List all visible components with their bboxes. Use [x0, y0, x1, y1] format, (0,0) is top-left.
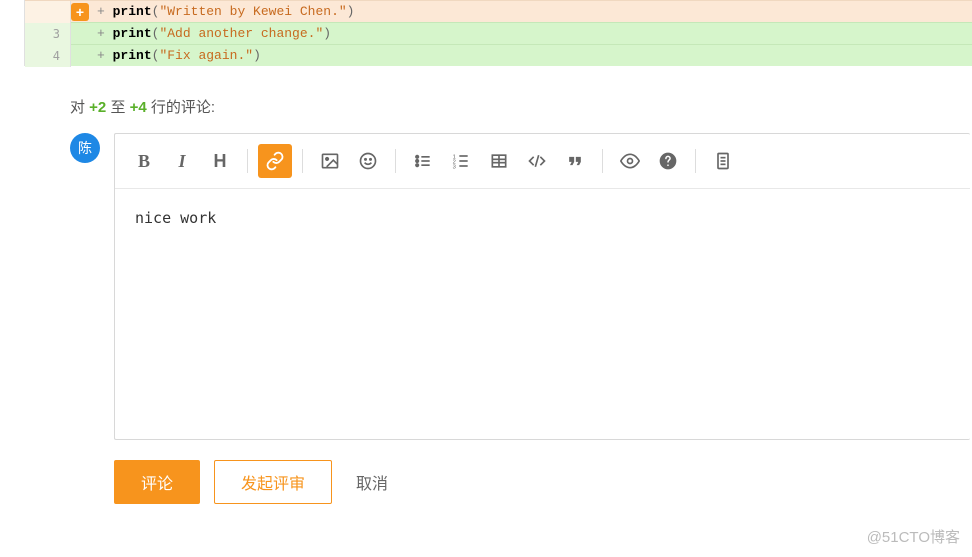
emoji-button[interactable] [351, 144, 385, 178]
plus-icon: + [76, 4, 84, 20]
separator [695, 149, 696, 173]
line-number: 4 [25, 45, 71, 67]
separator [395, 149, 396, 173]
svg-text:3: 3 [453, 165, 456, 171]
line-number [25, 1, 71, 23]
code-content: + print("Add another change.") [71, 26, 331, 41]
add-comment-button[interactable]: + [71, 3, 89, 21]
help-button[interactable] [651, 144, 685, 178]
quote-button[interactable] [558, 144, 592, 178]
diff-line: + + print("Written by Kewei Chen.") [25, 0, 972, 22]
diff-line: 3 + print("Add another change.") [25, 22, 972, 44]
code-content: + print("Written by Kewei Chen.") [71, 4, 354, 19]
code-button[interactable] [520, 144, 554, 178]
avatar: 陈 [70, 133, 100, 163]
ordered-list-button[interactable]: 123 [444, 144, 478, 178]
separator [247, 149, 248, 173]
bold-button[interactable]: B [127, 144, 161, 178]
watermark: @51CTO博客 [867, 526, 960, 547]
diff-line: 4 + print("Fix again.") [25, 44, 972, 66]
italic-button[interactable]: I [165, 144, 199, 178]
template-button[interactable] [706, 144, 740, 178]
cancel-button[interactable]: 取消 [346, 460, 398, 504]
code-content: + print("Fix again.") [71, 48, 261, 63]
separator [302, 149, 303, 173]
comment-range-label: 对 +2 至 +4 行的评论: [70, 96, 970, 117]
separator [602, 149, 603, 173]
editor-toolbar: B I H 123 [115, 134, 970, 189]
preview-button[interactable] [613, 144, 647, 178]
comment-textarea[interactable]: nice work [115, 189, 970, 439]
link-button[interactable] [258, 144, 292, 178]
line-number: 3 [25, 23, 71, 45]
unordered-list-button[interactable] [406, 144, 440, 178]
start-review-button[interactable]: 发起评审 [214, 460, 332, 504]
comment-editor: B I H 123 nice work [114, 133, 970, 440]
submit-comment-button[interactable]: 评论 [114, 460, 200, 504]
table-button[interactable] [482, 144, 516, 178]
image-button[interactable] [313, 144, 347, 178]
heading-button[interactable]: H [203, 144, 237, 178]
